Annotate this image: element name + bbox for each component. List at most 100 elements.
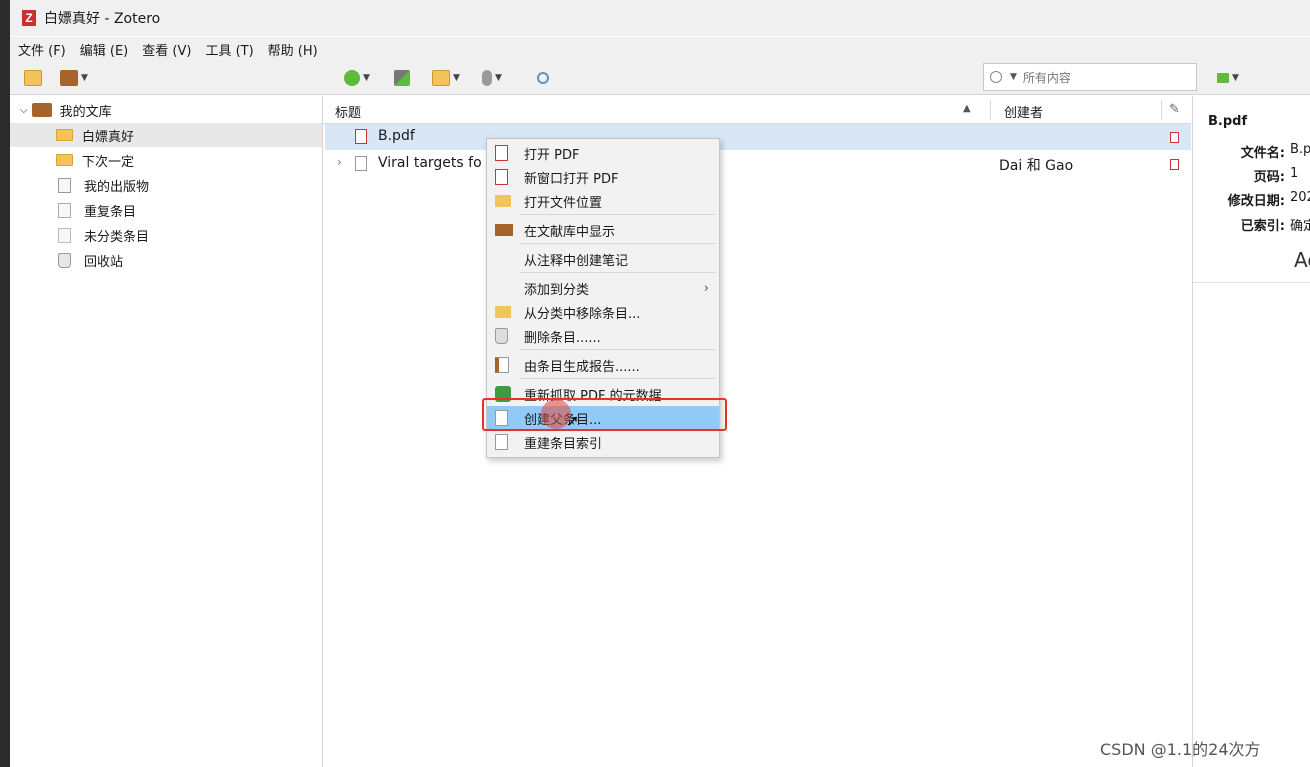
search-scope: 所有内容 — [1022, 70, 1071, 85]
menu-separator — [520, 349, 716, 350]
pdf-attachment-icon[interactable] — [1170, 132, 1179, 143]
menu-separator — [520, 243, 716, 244]
menu-item-label: 新窗口打开 PDF — [524, 171, 619, 187]
collection-label: 白嫖真好 — [82, 129, 135, 145]
sync-button[interactable]: ▼ — [1217, 68, 1239, 88]
collection-item[interactable]: 白嫖真好 — [10, 123, 322, 147]
zotero-logo-icon: Z — [22, 10, 36, 26]
menu-item-label: 重建条目索引 — [524, 436, 603, 452]
menu-tools[interactable]: 工具 (T) — [205, 40, 253, 59]
menu-item-label: 删除条目...... — [524, 330, 601, 346]
collection-label: 未分类条目 — [84, 229, 150, 245]
items-pane: 标题 ▲ 创建者 ✎ B.pdf › Viral targets fo Dai … — [323, 96, 1191, 767]
menu-item-delete[interactable]: 删除条目...... — [487, 324, 719, 348]
mouse-cursor-icon: ➚ — [566, 411, 580, 430]
column-divider[interactable] — [1161, 100, 1162, 120]
collection-label: 下次一定 — [82, 154, 135, 170]
menu-item-label: 由条目生成报告...... — [524, 359, 640, 375]
menu-item-label: 打开文件位置 — [524, 195, 603, 211]
pdf-icon — [495, 145, 508, 161]
collection-label: 重复条目 — [84, 204, 137, 220]
field-value: 2022 — [1290, 190, 1310, 205]
dropdown-arrow-icon: ▼ — [495, 73, 502, 83]
field-value[interactable]: B.pd — [1290, 142, 1310, 157]
field-label: 修改日期: — [1227, 194, 1285, 209]
menu-item-remove-from-collection[interactable]: 从分类中移除条目... — [487, 300, 719, 324]
collection-item[interactable]: 下次一定 — [10, 148, 322, 172]
publication-icon — [58, 177, 71, 193]
menu-item-generate-report[interactable]: 由条目生成报告...... — [487, 353, 719, 377]
menu-item-show-in-library[interactable]: 在文献库中显示 — [487, 218, 719, 242]
field-value[interactable]: 1 — [1290, 166, 1298, 181]
search-mode-dropdown-icon[interactable]: ▼ — [1010, 72, 1017, 82]
menu-item-add-to-collection[interactable]: 添加到分类 › — [487, 276, 719, 300]
truncated-heading: Ac — [1294, 248, 1310, 272]
new-note-button[interactable]: ▼ — [432, 68, 460, 88]
submenu-arrow-icon: › — [703, 280, 709, 296]
menu-view[interactable]: 查看 (V) — [142, 40, 191, 59]
folder-open-icon — [495, 195, 511, 207]
menu-item-open-pdf[interactable]: 打开 PDF — [487, 141, 719, 165]
magnifier-icon — [537, 72, 549, 84]
duplicate-icon — [58, 202, 71, 218]
field-label: 页码: — [1253, 170, 1285, 185]
search-box[interactable]: ▼ 所有内容 — [983, 63, 1197, 91]
menu-item-reindex[interactable]: 重建条目索引 — [487, 430, 719, 454]
menu-file[interactable]: 文件 (F) — [18, 40, 66, 59]
folder-icon — [56, 129, 73, 141]
pdf-icon — [355, 129, 367, 144]
divider — [1193, 282, 1310, 283]
item-pane: B.pdf 文件名: B.pd 页码: 1 修改日期: 2022 已索引: 确定… — [1192, 96, 1310, 767]
add-attachment-button[interactable]: ▼ — [482, 68, 502, 88]
column-title-header[interactable]: 标题 — [335, 102, 361, 121]
menu-item-show-file[interactable]: 打开文件位置 — [487, 189, 719, 213]
title-bar: Z 白嫖真好 - Zotero — [10, 0, 1310, 36]
expand-chevron-icon[interactable]: › — [337, 155, 342, 169]
menu-item-label: 添加到分类 — [524, 282, 590, 298]
reindex-icon — [495, 434, 508, 450]
column-divider[interactable] — [990, 100, 991, 120]
items-table-header: 标题 ▲ 创建者 ✎ — [323, 96, 1191, 124]
table-row[interactable]: B.pdf — [325, 124, 1191, 150]
desktop-edge — [0, 0, 10, 767]
folder-remove-icon — [495, 306, 511, 318]
trash-item[interactable]: 回收站 — [10, 248, 322, 272]
unfiled-items-item[interactable]: 未分类条目 — [10, 223, 322, 247]
field-label: 文件名: — [1240, 146, 1285, 161]
new-collection-button[interactable] — [24, 68, 42, 88]
column-creator-header[interactable]: 创建者 — [1004, 102, 1043, 121]
field-value: 确定 — [1290, 219, 1310, 234]
new-library-button[interactable]: ▼ — [60, 68, 88, 88]
add-by-identifier-button[interactable] — [394, 68, 410, 88]
menu-help[interactable]: 帮助 (H) — [268, 40, 318, 59]
item-title: Viral targets fo — [378, 155, 482, 171]
new-item-button[interactable]: ▼ — [344, 68, 370, 88]
library-root[interactable]: ⌵ 我的文库 — [10, 98, 322, 122]
library-icon — [60, 70, 78, 86]
dropdown-arrow-icon: ▼ — [1232, 73, 1239, 83]
folder-icon — [56, 154, 73, 166]
item-creator: Dai 和 Gao — [999, 158, 1074, 174]
my-publications-item[interactable]: 我的出版物 — [10, 173, 322, 197]
advanced-search-button[interactable] — [537, 68, 549, 88]
table-row[interactable]: › Viral targets fo Dai 和 Gao — [325, 151, 1191, 177]
sort-ascending-icon: ▲ — [963, 103, 971, 114]
library-icon — [495, 224, 513, 236]
note-icon — [432, 70, 450, 86]
paperclip-icon — [482, 70, 492, 86]
menu-item-note-from-annotations[interactable]: 从注释中创建笔记 — [487, 247, 719, 271]
unfiled-icon — [58, 227, 71, 243]
field-label: 已索引: — [1240, 219, 1285, 234]
attachments-column-icon[interactable]: ✎ — [1169, 102, 1180, 117]
collapse-chevron-icon[interactable]: ⌵ — [20, 105, 28, 116]
duplicate-items-item[interactable]: 重复条目 — [10, 198, 322, 222]
library-icon — [31, 103, 52, 117]
pdf-attachment-icon[interactable] — [1170, 159, 1179, 170]
attachment-title: B.pdf — [1208, 114, 1248, 129]
magic-wand-icon — [394, 70, 410, 86]
menu-item-open-new-window[interactable]: 新窗口打开 PDF — [487, 165, 719, 189]
menu-separator — [520, 214, 716, 215]
item-title: B.pdf — [378, 128, 415, 144]
collection-label: 我的出版物 — [84, 179, 150, 195]
menu-edit[interactable]: 编辑 (E) — [80, 40, 129, 59]
